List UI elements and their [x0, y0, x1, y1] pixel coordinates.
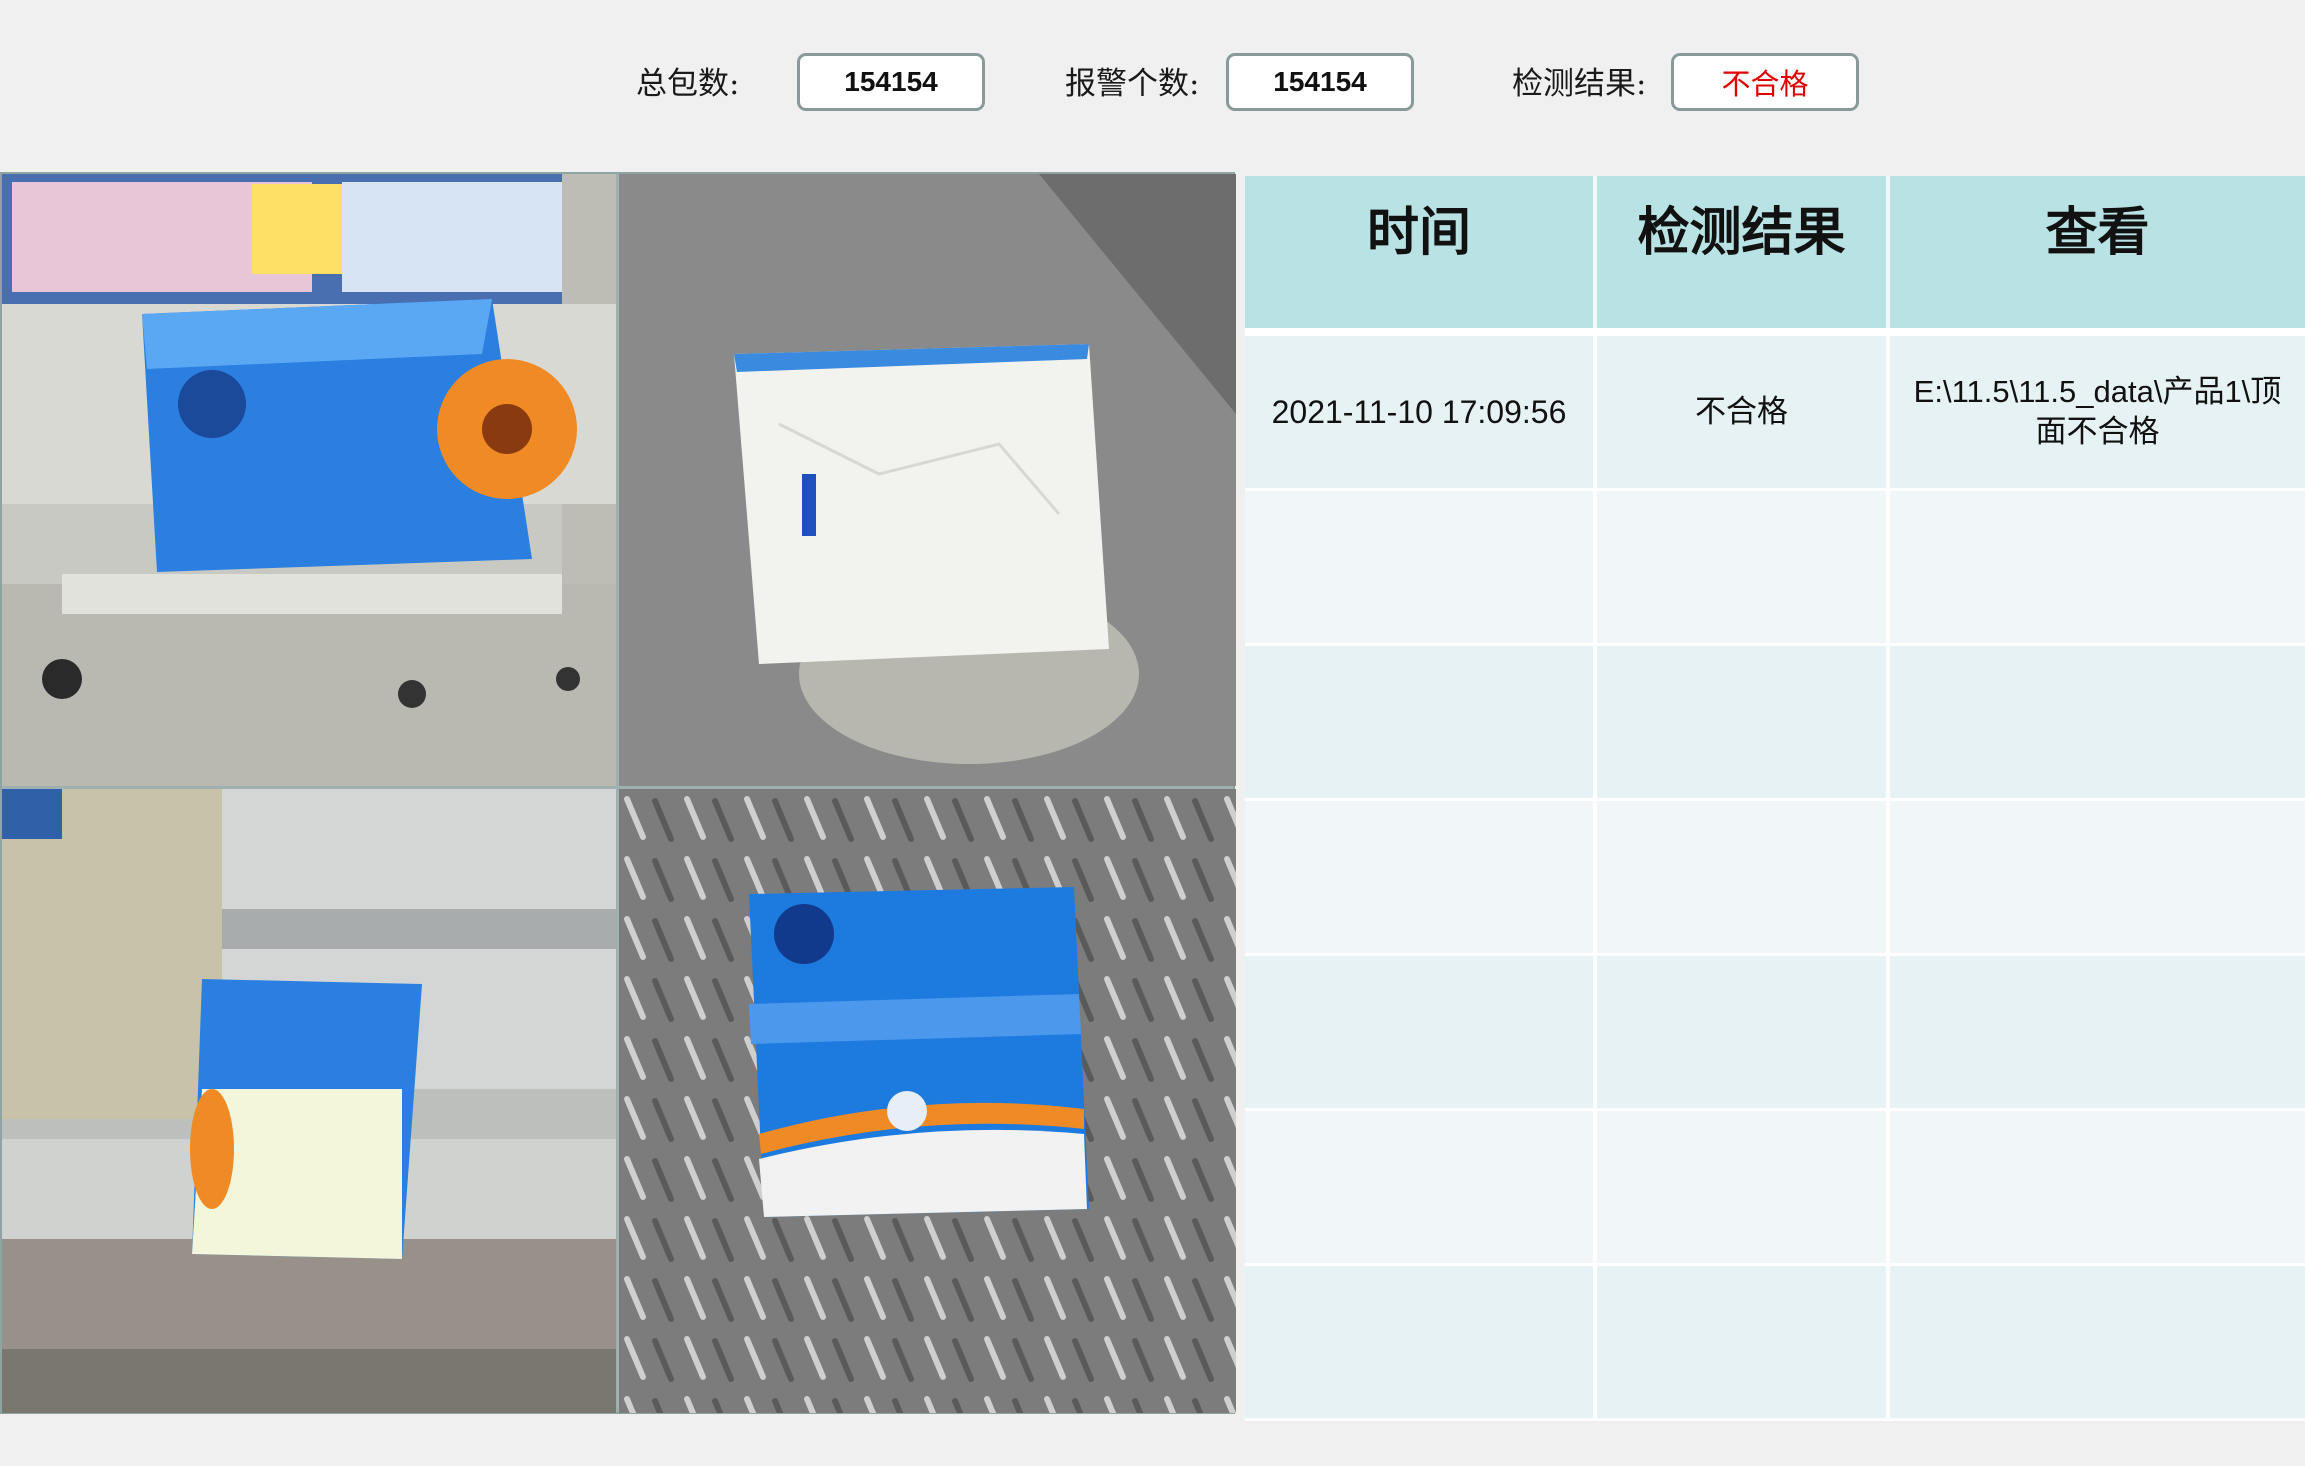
- header-result: 检测结果: [1597, 176, 1890, 328]
- cell-result: [1597, 956, 1890, 1108]
- total-packages-label: 总包数:: [636, 66, 740, 102]
- cell-time: 2021-11-10 17:09:56: [1245, 336, 1597, 488]
- cell-time: [1245, 491, 1597, 643]
- cell-time: [1245, 646, 1597, 798]
- detection-result-label: 检测结果:: [1512, 66, 1647, 102]
- alarm-count-label: 报警个数:: [1065, 66, 1200, 102]
- camera-top-right-image[interactable]: [619, 174, 1236, 786]
- cell-result: [1597, 1111, 1890, 1263]
- total-packages-value: 154154: [797, 53, 985, 111]
- cell-view-path[interactable]: E:\11.5\11.5_data\产品1\顶面不合格: [1890, 336, 2305, 488]
- table-row[interactable]: [1245, 1266, 2305, 1421]
- table-row[interactable]: 2021-11-10 17:09:56 不合格 E:\11.5\11.5_dat…: [1245, 336, 2305, 491]
- cell-result: [1597, 801, 1890, 953]
- header-view: 查看: [1890, 176, 2305, 328]
- cell-result: [1597, 491, 1890, 643]
- cell-time: [1245, 956, 1597, 1108]
- table-row[interactable]: [1245, 1111, 2305, 1266]
- results-table: 时间 检测结果 查看 2021-11-10 17:09:56 不合格 E:\11…: [1245, 176, 2305, 1421]
- cell-result: [1597, 1266, 1890, 1418]
- header-time: 时间: [1245, 176, 1597, 328]
- cell-result: [1597, 646, 1890, 798]
- cell-view-path[interactable]: [1890, 956, 2305, 1108]
- camera-bottom-right-image[interactable]: [619, 789, 1236, 1413]
- table-row[interactable]: [1245, 491, 2305, 646]
- detection-result-value: 不合格: [1671, 53, 1859, 111]
- cell-time: [1245, 1111, 1597, 1263]
- cell-view-path[interactable]: [1890, 801, 2305, 953]
- table-row[interactable]: [1245, 801, 2305, 956]
- cell-view-path[interactable]: [1890, 646, 2305, 798]
- camera-top-left-image[interactable]: [2, 174, 616, 786]
- table-row[interactable]: [1245, 956, 2305, 1111]
- cell-result: 不合格: [1597, 336, 1890, 488]
- table-header: 时间 检测结果 查看: [1245, 176, 2305, 328]
- cell-time: [1245, 1266, 1597, 1418]
- alarm-count-value: 154154: [1226, 53, 1414, 111]
- cell-view-path[interactable]: [1890, 1266, 2305, 1418]
- camera-image-grid: [0, 172, 1236, 1414]
- cell-view-path[interactable]: [1890, 491, 2305, 643]
- cell-view-path[interactable]: [1890, 1111, 2305, 1263]
- camera-bottom-left-image[interactable]: [2, 789, 616, 1413]
- cell-time: [1245, 801, 1597, 953]
- table-body: 2021-11-10 17:09:56 不合格 E:\11.5\11.5_dat…: [1245, 336, 2305, 1421]
- table-row[interactable]: [1245, 646, 2305, 801]
